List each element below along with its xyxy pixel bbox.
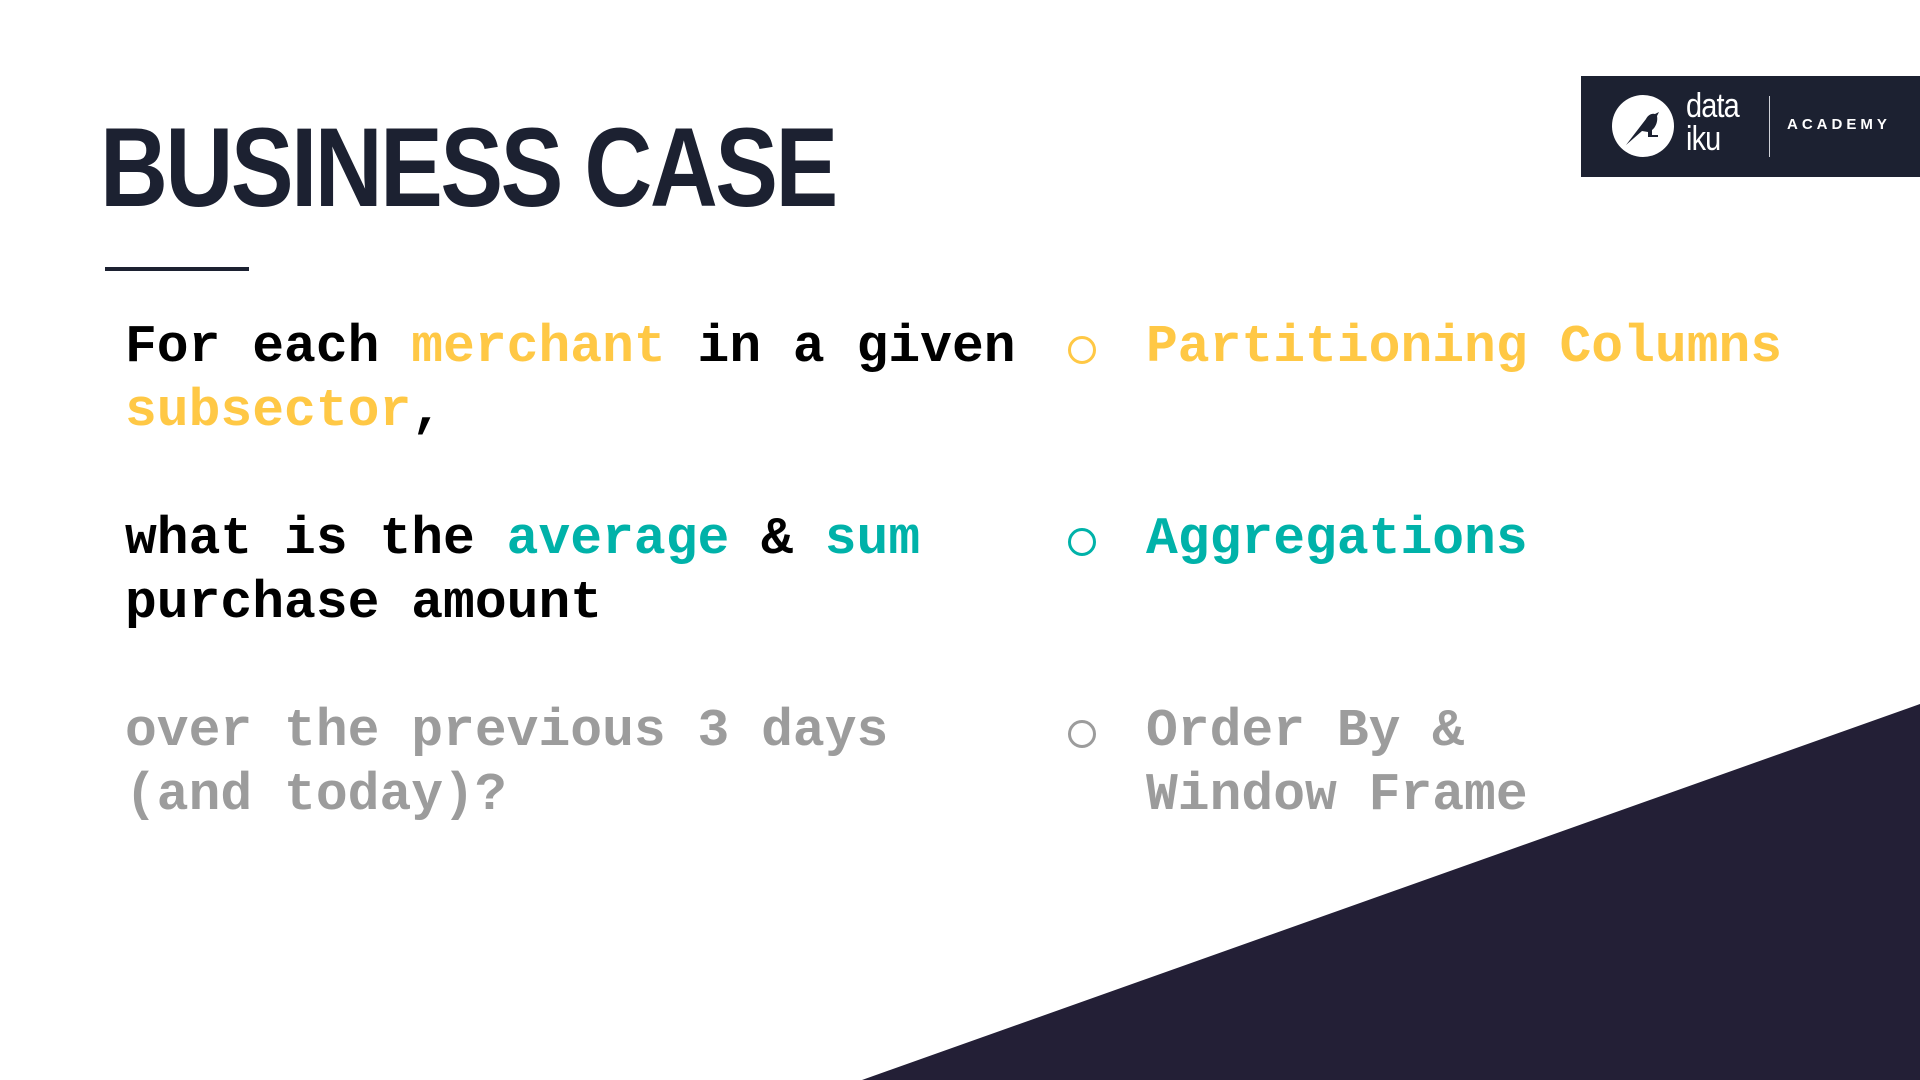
logo-separator: [1769, 96, 1770, 157]
concept-partitioning-columns: Partitioning Columns: [1146, 317, 1783, 377]
question-part-2: what is the average & sum purchase amoun…: [125, 509, 921, 633]
question-part-1: For each merchant in a given subsector,: [125, 317, 1016, 441]
highlight-merchant: merchant: [411, 317, 666, 377]
title-underline: [105, 267, 249, 271]
concept-order-by-window-frame: Order By & Window Frame: [1146, 701, 1528, 825]
bullet-icon: [1068, 720, 1096, 748]
highlight-sum: sum: [824, 509, 921, 569]
logo-academy-label: ACADEMY: [1787, 116, 1891, 133]
dataiku-academy-logo: data iku ACADEMY: [1581, 76, 1920, 177]
highlight-average: average: [506, 509, 730, 569]
bullet-icon: [1068, 528, 1096, 556]
page-title: BUSINESS CASE: [100, 105, 838, 230]
logo-wordmark: data iku: [1686, 87, 1740, 158]
concept-aggregations: Aggregations: [1146, 509, 1528, 569]
highlight-subsector: subsector: [125, 381, 412, 441]
bullet-icon: [1068, 336, 1096, 364]
dataiku-bird-icon: [1612, 95, 1674, 157]
question-part-3: over the previous 3 days (and today)?: [125, 701, 889, 825]
